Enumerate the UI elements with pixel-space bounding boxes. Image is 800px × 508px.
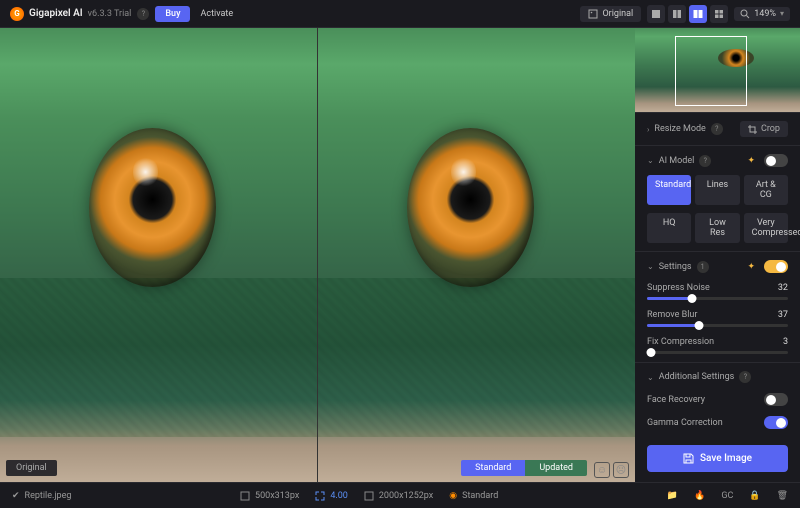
gamma-correction-toggle[interactable]	[764, 416, 788, 429]
search-icon	[740, 9, 750, 19]
activate-button[interactable]: Activate	[196, 6, 237, 22]
split-icon	[672, 9, 682, 19]
delete-button[interactable]: 🗑	[777, 491, 788, 501]
suppress_noise-value: 32	[778, 283, 788, 293]
face-recovery-label: Face Recovery	[647, 395, 705, 405]
model-artcg-button[interactable]: Art & CG	[744, 175, 788, 205]
single-view-icon	[651, 9, 661, 19]
fix_compression-value: 3	[783, 337, 788, 347]
app-name: Gigapixel AI	[29, 8, 83, 19]
model-verycompressed-button[interactable]: Very Compressed	[744, 213, 788, 243]
navigator-thumbnail[interactable]	[635, 28, 800, 112]
chevron-right-icon: ›	[647, 125, 649, 134]
logo-icon: G	[10, 7, 24, 21]
fix_compression-label: Fix Compression	[647, 337, 714, 347]
status-bar: ✔ Reptile.jpeg 500x313px 4.00 2000x1252p…	[0, 482, 800, 508]
side-by-side-icon	[693, 9, 703, 19]
trash-icon: 🗑	[777, 491, 788, 501]
original-label: Original	[6, 460, 57, 476]
chevron-down-icon: ▾	[780, 9, 784, 18]
chevron-down-icon: ⌄	[647, 373, 654, 382]
help-icon[interactable]: ?	[137, 8, 149, 20]
view-split-button[interactable]	[668, 5, 686, 23]
zoom-control[interactable]: 149% ▾	[734, 7, 790, 21]
remove_blur-value: 37	[778, 310, 788, 320]
image-icon	[588, 9, 598, 19]
model-icon: ◉	[449, 491, 457, 501]
remove_blur-slider[interactable]	[647, 324, 788, 327]
ai-model-auto-toggle[interactable]	[764, 154, 788, 167]
help-icon[interactable]: ?	[711, 123, 723, 135]
check-icon: ✔	[12, 491, 20, 501]
chevron-down-icon: ⌄	[647, 156, 654, 165]
source-dimensions: 500x313px	[240, 491, 299, 501]
scale-factor[interactable]: 4.00	[315, 491, 348, 501]
model-status[interactable]: ◉ Standard	[449, 491, 498, 501]
original-toggle-button[interactable]: Original	[580, 6, 641, 22]
filename-status[interactable]: ✔ Reptile.jpeg	[12, 491, 71, 501]
help-icon[interactable]: ?	[699, 155, 711, 167]
crop-icon	[748, 125, 757, 134]
dimensions-icon	[364, 491, 374, 501]
app-version: v6.3.3 Trial	[88, 9, 132, 19]
help-icon[interactable]: ?	[739, 371, 751, 383]
view-mode-group	[647, 5, 728, 23]
navigator-viewport[interactable]	[675, 36, 747, 106]
additional-settings-header[interactable]: ⌄ Additional Settings ?	[647, 371, 788, 383]
grid-icon	[714, 9, 724, 19]
compare-bar: Standard Updated	[461, 460, 587, 476]
settings-count: 1	[697, 261, 709, 273]
save-image-button[interactable]: Save Image	[647, 445, 788, 472]
model-standard-button[interactable]: Standard	[647, 175, 691, 205]
compare-standard-label: Standard	[461, 460, 525, 476]
view-side-by-side-button[interactable]	[689, 5, 707, 23]
sidebar: › Resize Mode ? Crop ⌄ AI Model ? ✦	[635, 28, 800, 482]
flame-button[interactable]: 🔥	[694, 491, 705, 501]
folder-icon: 📁	[667, 491, 678, 501]
view-single-button[interactable]	[647, 5, 665, 23]
model-hq-button[interactable]: HQ	[647, 213, 691, 243]
model-lowres-button[interactable]: Low Res	[695, 213, 739, 243]
app-header: G Gigapixel AI v6.3.3 Trial ? Buy Activa…	[0, 0, 800, 28]
lock-icon: 🔒	[749, 491, 760, 501]
settings-auto-toggle[interactable]	[764, 260, 788, 273]
buy-button[interactable]: Buy	[155, 6, 190, 22]
fix_compression-slider[interactable]	[647, 351, 788, 354]
folder-button[interactable]: 📁	[667, 491, 678, 501]
sparkle-icon: ✦	[747, 262, 755, 272]
crop-button[interactable]: Crop	[740, 121, 788, 137]
app-logo: G Gigapixel AI v6.3.3 Trial	[10, 7, 131, 21]
image-viewer: Original Standard Updated ☺ ☹	[0, 28, 635, 482]
processed-pane[interactable]	[318, 28, 635, 482]
flame-icon: 🔥	[694, 491, 705, 501]
suppress_noise-label: Suppress Noise	[647, 283, 710, 293]
chevron-down-icon: ⌄	[647, 262, 654, 271]
expand-icon	[315, 491, 325, 501]
resize-mode-header[interactable]: › Resize Mode ? Crop	[647, 121, 788, 137]
output-dimensions: 2000x1252px	[364, 491, 433, 501]
face-happy-button[interactable]: ☺	[594, 462, 610, 478]
gamma-correction-label: Gamma Correction	[647, 418, 723, 428]
face-sad-button[interactable]: ☹	[613, 462, 629, 478]
settings-header[interactable]: ⌄ Settings 1 ✦	[647, 260, 788, 273]
remove_blur-label: Remove Blur	[647, 310, 697, 320]
view-grid-button[interactable]	[710, 5, 728, 23]
face-recovery-toggle[interactable]	[764, 393, 788, 406]
model-lines-button[interactable]: Lines	[695, 175, 739, 205]
dimensions-icon	[240, 491, 250, 501]
ai-model-header[interactable]: ⌄ AI Model ? ✦	[647, 154, 788, 167]
save-icon	[683, 453, 694, 464]
original-pane[interactable]	[0, 28, 318, 482]
suppress_noise-slider[interactable]	[647, 297, 788, 300]
sparkle-icon: ✦	[747, 156, 755, 166]
gc-status: GC	[721, 491, 733, 501]
compare-updated-label: Updated	[525, 460, 587, 476]
